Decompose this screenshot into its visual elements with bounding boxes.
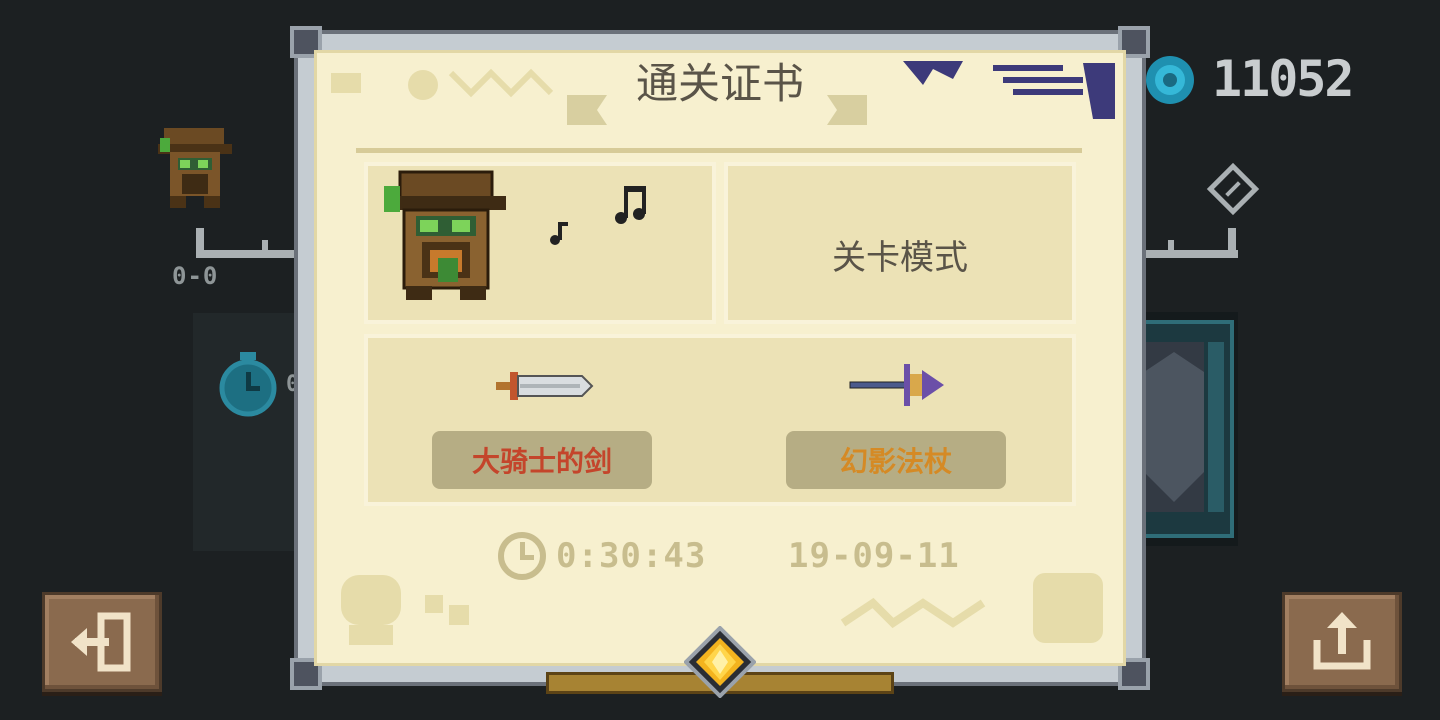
music-note-icon	[550, 222, 568, 245]
clear-time: 0:30:43	[556, 536, 707, 576]
bones-decor	[840, 573, 1103, 643]
stopwatch-icon	[219, 352, 277, 417]
share-icon	[1313, 612, 1371, 670]
hero-icon	[384, 170, 506, 300]
portal-icon	[1134, 312, 1238, 546]
skull-decor	[341, 575, 469, 645]
weapon-name-1: 大骑士的剑	[432, 431, 652, 489]
mode-cell: 关卡模式	[724, 162, 1076, 324]
music-note-icon	[615, 186, 646, 224]
exit-icon	[71, 612, 131, 672]
certificate-title: 通关证书	[635, 59, 804, 108]
weapon-name-2: 幻影法杖	[786, 431, 1006, 489]
diamond-icon	[1206, 162, 1260, 216]
staff-icon	[849, 364, 944, 406]
clear-date: 19-09-11	[788, 536, 960, 576]
track-icon	[196, 228, 306, 258]
hero-cell	[364, 162, 716, 324]
medal-icon	[684, 626, 756, 698]
score-text: 0-0	[172, 262, 219, 290]
clock-icon	[498, 532, 546, 580]
title-divider	[356, 148, 1082, 153]
sword-icon	[496, 372, 594, 400]
mode-label: 关卡模式	[832, 238, 968, 278]
exit-button[interactable]	[42, 592, 162, 692]
share-button[interactable]	[1282, 592, 1402, 692]
track-icon	[1138, 228, 1238, 258]
character-icon	[158, 128, 232, 208]
